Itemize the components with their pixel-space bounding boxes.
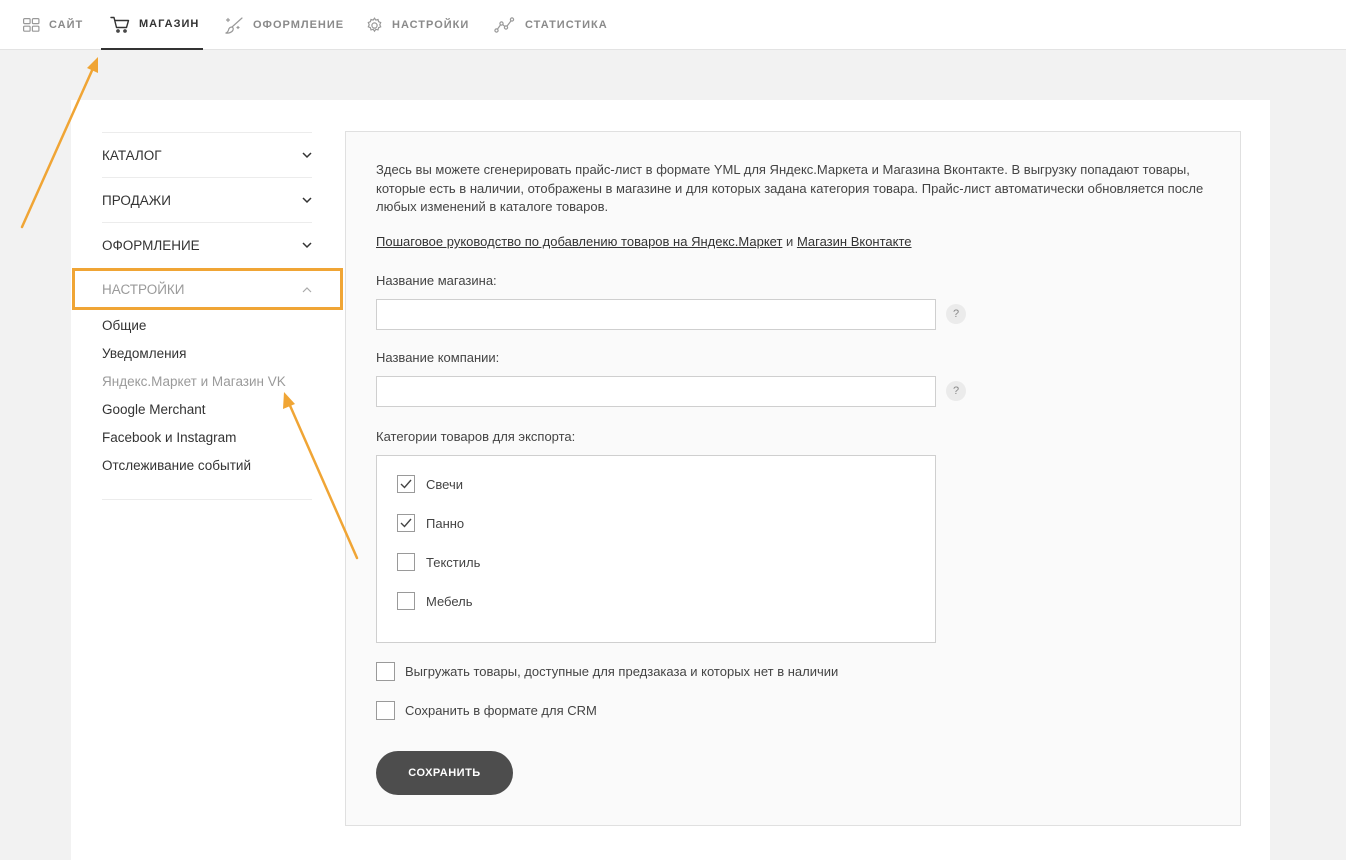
settings-link-notifications[interactable]: Уведомления xyxy=(102,346,186,361)
checkmark-icon xyxy=(400,518,412,528)
vk-link[interactable]: Магазин Вконтакте xyxy=(797,234,912,249)
tab-statistics[interactable]: СТАТИСТИКА xyxy=(494,0,608,50)
category-label: Панно xyxy=(426,516,465,531)
category-checkbox-candles[interactable] xyxy=(397,475,415,493)
sidebar-section-label: НАСТРОЙКИ xyxy=(102,282,185,297)
sidebar-section-sales[interactable]: ПРОДАЖИ xyxy=(102,177,312,222)
category-checkbox-textile[interactable] xyxy=(397,553,415,571)
crm-format-checkbox[interactable] xyxy=(376,701,395,720)
tab-site-label: САЙТ xyxy=(49,19,84,31)
settings-link-yandex-vk[interactable]: Яндекс.Маркет и Магазин VK xyxy=(102,374,286,389)
settings-link-facebook-instagram[interactable]: Facebook и Instagram xyxy=(102,430,236,445)
intro-text: Здесь вы можете сгенерировать прайс-лист… xyxy=(376,162,1204,214)
gear-icon xyxy=(367,16,382,32)
preorder-label: Выгружать товары, доступные для предзака… xyxy=(405,664,839,679)
category-label: Текстиль xyxy=(426,555,481,570)
arrow-head-up xyxy=(87,57,98,73)
chart-line-icon xyxy=(494,17,515,33)
guide-and-text: и xyxy=(786,234,794,249)
tab-design[interactable]: ОФОРМЛЕНИЕ xyxy=(224,0,344,50)
categories-label: Категории товаров для экспорта: xyxy=(376,429,576,444)
sidebar-section-catalog[interactable]: КАТАЛОГ xyxy=(102,132,312,177)
cart-icon xyxy=(110,16,130,33)
shop-name-help-icon[interactable]: ? xyxy=(946,304,966,324)
company-name-label: Название компании: xyxy=(376,350,500,365)
save-button[interactable]: СОХРАНИТЬ xyxy=(376,751,513,795)
tab-shop[interactable]: МАГАЗИН xyxy=(101,0,203,50)
company-name-help-icon[interactable]: ? xyxy=(946,381,966,401)
tab-settings[interactable]: НАСТРОЙКИ xyxy=(366,0,469,50)
tab-shop-label: МАГАЗИН xyxy=(139,18,200,30)
guide-links: Пошаговое руководство по добавлению това… xyxy=(376,234,912,249)
grid-icon xyxy=(23,18,40,32)
company-name-input[interactable] xyxy=(376,376,936,407)
sidebar-section-label: КАТАЛОГ xyxy=(102,147,162,163)
sidebar-divider xyxy=(102,499,312,500)
top-navigation: САЙТ МАГАЗИН ОФОРМЛЕНИЕ НАСТРОЙКИ СТАТИС… xyxy=(0,0,1346,50)
shop-name-label: Название магазина: xyxy=(376,273,497,288)
tab-site[interactable]: САЙТ xyxy=(23,0,83,50)
chevron-down-icon xyxy=(302,196,312,203)
tab-settings-label: НАСТРОЙКИ xyxy=(392,19,470,31)
brush-icon xyxy=(225,17,243,34)
sidebar-section-settings[interactable]: НАСТРОЙКИ xyxy=(102,267,312,312)
category-checkbox-panels[interactable] xyxy=(397,514,415,532)
category-checkbox-furniture[interactable] xyxy=(397,592,415,610)
settings-link-general[interactable]: Общие xyxy=(102,318,146,333)
guide-link[interactable]: Пошаговое руководство по добавлению това… xyxy=(376,234,782,249)
tab-statistics-label: СТАТИСТИКА xyxy=(525,19,608,31)
crm-format-label: Сохранить в формате для CRM xyxy=(405,703,597,718)
checkmark-icon xyxy=(400,479,412,489)
sidebar-section-design[interactable]: ОФОРМЛЕНИЕ xyxy=(102,222,312,267)
chevron-up-icon xyxy=(302,287,312,293)
chevron-down-icon xyxy=(302,151,312,158)
category-label: Мебель xyxy=(426,594,473,609)
tab-design-label: ОФОРМЛЕНИЕ xyxy=(253,19,345,31)
preorder-checkbox[interactable] xyxy=(376,662,395,681)
sidebar-section-label: ОФОРМЛЕНИЕ xyxy=(102,237,200,253)
sidebar-section-label: ПРОДАЖИ xyxy=(102,192,171,208)
settings-link-event-tracking[interactable]: Отслеживание событий xyxy=(102,458,251,473)
settings-link-google-merchant[interactable]: Google Merchant xyxy=(102,402,206,417)
shop-name-input[interactable] xyxy=(376,299,936,330)
chevron-down-icon xyxy=(302,241,312,248)
category-label: Свечи xyxy=(426,477,463,492)
